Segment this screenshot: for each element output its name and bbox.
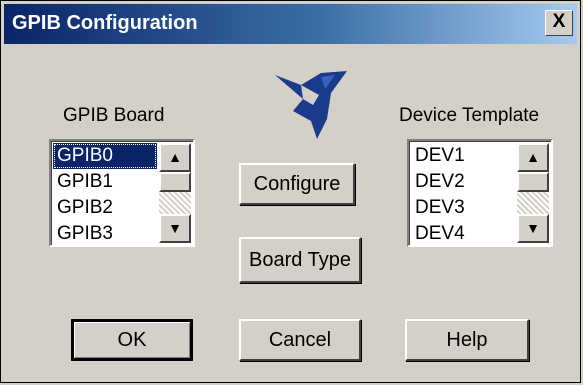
scroll-thumb[interactable] <box>517 172 549 192</box>
gpib-board-items: GPIB0 GPIB1 GPIB2 GPIB3 <box>53 143 157 247</box>
list-item-gpib3[interactable]: GPIB3 <box>53 221 157 247</box>
configure-button[interactable]: Configure <box>239 163 355 205</box>
device-template-items: DEV1 DEV2 DEV3 DEV4 <box>411 143 515 247</box>
list-item-gpib1[interactable]: GPIB1 <box>53 169 157 195</box>
list-item-dev4[interactable]: DEV4 <box>411 221 515 247</box>
list-item-dev2[interactable]: DEV2 <box>411 169 515 195</box>
gpib-board-label: GPIB Board <box>63 105 165 126</box>
gpib-configuration-dialog: GPIB Configuration X GPIB Board GPIB0 GP… <box>0 0 581 383</box>
scroll-down-arrow-icon[interactable]: ▼ <box>517 214 549 243</box>
gpib-board-scrollbar[interactable]: ▲ ▼ <box>159 143 191 243</box>
board-type-button[interactable]: Board Type <box>239 237 361 283</box>
scroll-up-arrow-icon[interactable]: ▲ <box>517 143 549 172</box>
list-item-dev1[interactable]: DEV1 <box>411 143 515 169</box>
gpib-board-listbox[interactable]: GPIB0 GPIB1 GPIB2 GPIB3 ▲ ▼ <box>49 139 195 247</box>
list-item-dev3[interactable]: DEV3 <box>411 195 515 221</box>
ok-button[interactable]: OK <box>71 319 193 361</box>
device-template-listbox[interactable]: DEV1 DEV2 DEV3 DEV4 ▲ ▼ <box>407 139 553 247</box>
scroll-down-arrow-icon[interactable]: ▼ <box>159 214 191 243</box>
scroll-up-arrow-icon[interactable]: ▲ <box>159 143 191 172</box>
help-button[interactable]: Help <box>405 319 529 361</box>
cancel-button[interactable]: Cancel <box>239 319 361 361</box>
scroll-thumb[interactable] <box>159 172 191 192</box>
list-item-gpib2[interactable]: GPIB2 <box>53 195 157 221</box>
list-item-gpib0[interactable]: GPIB0 <box>53 143 157 169</box>
ni-eagle-logo-icon <box>275 71 347 139</box>
window-title: GPIB Configuration <box>12 12 198 34</box>
device-template-scrollbar[interactable]: ▲ ▼ <box>517 143 549 243</box>
close-button[interactable]: X <box>545 10 573 36</box>
device-template-label: Device Template <box>399 105 540 126</box>
title-bar[interactable]: GPIB Configuration X <box>4 4 577 44</box>
